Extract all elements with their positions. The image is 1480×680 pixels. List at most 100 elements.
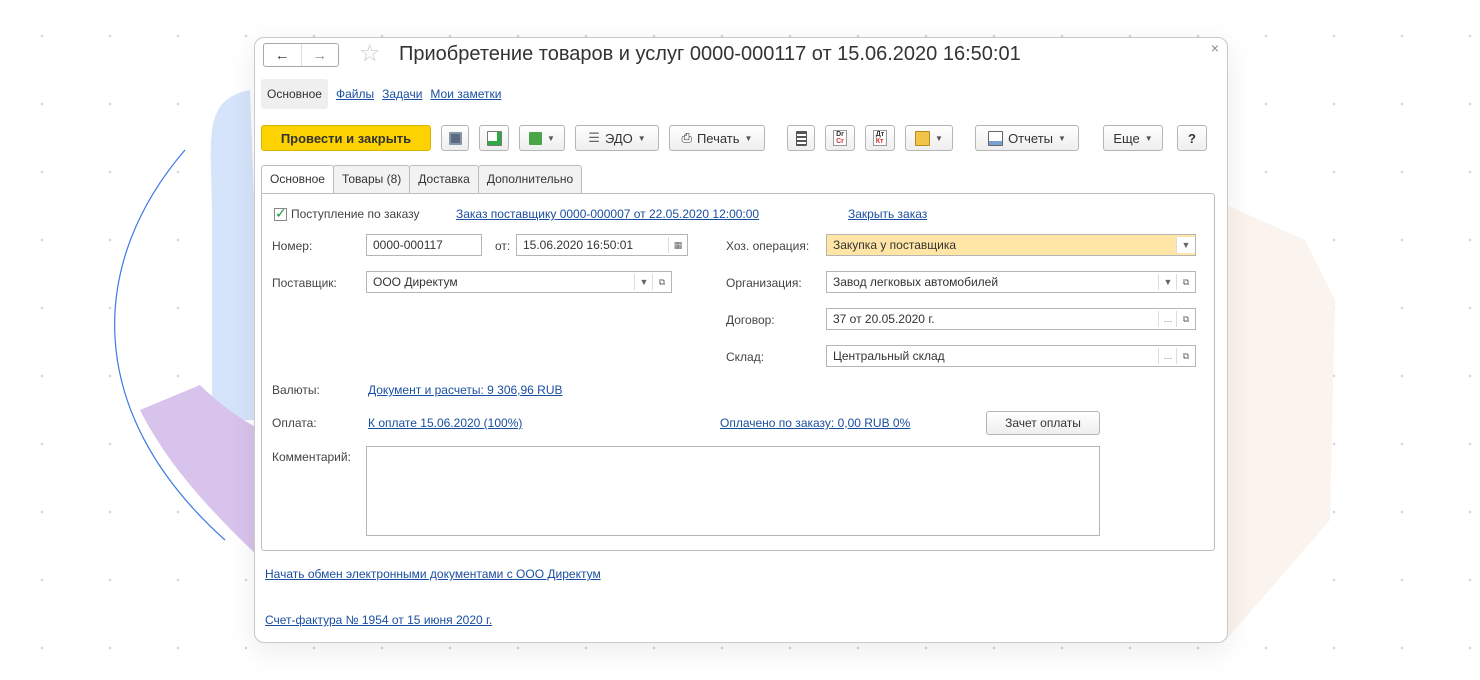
number-label: Номер: (272, 239, 313, 253)
warehouse-label: Склад: (726, 350, 765, 364)
print-label: Печать (696, 130, 740, 146)
invoice-link[interactable]: Счет-фактура № 1954 от 15 июня 2020 г. (265, 613, 492, 627)
dt-cr-icon: Dr Cr (833, 130, 847, 146)
reports-label: Отчеты (1008, 130, 1053, 146)
create-based-icon (529, 131, 543, 145)
paid-by-order-link[interactable]: Оплачено по заказу: 0,00 RUB 0% (720, 416, 910, 430)
subnav-notes[interactable]: Мои заметки (430, 87, 501, 101)
dt-cr-button[interactable]: Dr Cr (825, 125, 855, 151)
date-field[interactable]: 15.06.2020 16:50:01 ▦ (516, 234, 688, 256)
open-icon[interactable]: ⧉ (652, 274, 671, 290)
open-icon[interactable]: ⧉ (1176, 274, 1195, 290)
more-label: Еще (1113, 130, 1140, 146)
currency-label: Валюты: (272, 383, 320, 397)
subnav-files[interactable]: Файлы (336, 87, 374, 101)
currency-link[interactable]: Документ и расчеты: 9 306,96 RUB (368, 383, 563, 397)
forward-arrow-icon[interactable]: → (300, 44, 339, 66)
chevron-down-icon: ▼ (1144, 133, 1153, 143)
order-checkbox-label: Поступление по заказу (291, 207, 420, 221)
reports-button[interactable]: Отчеты ▼ (975, 125, 1079, 151)
dt-text: Дт (875, 131, 885, 138)
date-label: от: (495, 239, 511, 253)
post-doc-icon (486, 130, 502, 146)
chevron-down-icon: ▼ (744, 133, 753, 143)
window-title: Приобретение товаров и услуг 0000-000117… (399, 43, 1021, 65)
post-button[interactable] (479, 125, 509, 151)
payment-label: Оплата: (272, 416, 317, 430)
more-button[interactable]: Еще ▼ (1103, 125, 1163, 151)
create-based-button[interactable]: ▼ (519, 125, 565, 151)
dt-kt-icon: Дт Кт (872, 130, 888, 146)
subnav-main[interactable]: Основное (261, 79, 328, 109)
supplier-value: ООО Директум (373, 275, 458, 289)
payment-link[interactable]: К оплате 15.06.2020 (100%) (368, 416, 522, 430)
toolbar: Провести и закрыть ▼ ☰ ЭДО ▼ ⎙ Печать ▼ Dr Cr… (261, 125, 1211, 153)
document-list-button[interactable] (787, 125, 815, 151)
kt-text: Кт (875, 138, 884, 145)
chevron-down-icon[interactable]: ▼ (1158, 274, 1177, 290)
chevron-down-icon: ▼ (637, 133, 646, 143)
ellipsis-icon[interactable]: … (1158, 311, 1177, 327)
structure-button[interactable]: ▼ (905, 125, 953, 151)
save-button[interactable] (441, 125, 469, 151)
supplier-label: Поставщик: (272, 276, 337, 290)
chevron-down-icon: ▼ (935, 133, 943, 143)
chevron-down-icon[interactable]: ▼ (634, 274, 653, 290)
cr-text: Cr (836, 138, 844, 145)
help-button[interactable]: ? (1177, 125, 1207, 151)
operation-field[interactable]: Закупка у поставщика ▼ (826, 234, 1196, 256)
warehouse-value: Центральный склад (833, 349, 945, 363)
dt-kt-button[interactable]: Дт Кт (865, 125, 895, 151)
tab-goods[interactable]: Товары (8) (332, 165, 411, 193)
printer-icon: ⎙ (681, 130, 692, 145)
start-edo-link[interactable]: Начать обмен электронными документами с … (265, 567, 601, 581)
contract-field[interactable]: 37 от 20.05.2020 г. … ⧉ (826, 308, 1196, 330)
structure-icon (915, 130, 931, 146)
edo-icon: ☰ (588, 130, 600, 145)
print-button[interactable]: ⎙ Печать ▼ (669, 125, 765, 151)
org-value: Завод легковых автомобилей (833, 275, 999, 289)
chevron-down-icon: ▼ (547, 133, 555, 143)
subnav: Основное Файлы Задачи Мои заметки (261, 79, 501, 109)
dr-text: Dr (836, 131, 844, 138)
tab-strip: Основное Товары (8) Доставка Дополнитель… (261, 165, 583, 194)
order-link[interactable]: Заказ поставщику 0000-000007 от 22.05.20… (456, 207, 759, 221)
order-checkbox[interactable] (274, 205, 287, 222)
comment-textarea[interactable] (366, 446, 1100, 536)
favorite-star-icon[interactable]: ☆ (359, 39, 381, 68)
back-arrow-icon[interactable]: ← (264, 44, 301, 66)
open-icon[interactable]: ⧉ (1176, 311, 1195, 327)
beige-blob (1226, 205, 1335, 640)
payment-offset-button[interactable]: Зачет оплаты (986, 411, 1100, 435)
close-order-link[interactable]: Закрыть заказ (848, 207, 927, 221)
post-and-close-button[interactable]: Провести и закрыть (261, 125, 431, 151)
document-window: ← → ☆ Приобретение товаров и услуг 0000-… (254, 37, 1228, 643)
date-value: 15.06.2020 16:50:01 (523, 238, 634, 252)
operation-value: Закупка у поставщика (833, 238, 957, 252)
org-label: Организация: (726, 276, 802, 290)
subnav-tasks[interactable]: Задачи (382, 87, 422, 101)
tab-delivery[interactable]: Доставка (409, 165, 479, 193)
list-icon (795, 130, 807, 146)
calendar-icon[interactable]: ▦ (668, 237, 687, 253)
operation-label: Хоз. операция: (726, 239, 810, 253)
nav-buttons: ← → (263, 43, 339, 67)
tab-main[interactable]: Основное (261, 165, 334, 194)
number-field[interactable]: 0000-000117 (366, 234, 482, 256)
warehouse-field[interactable]: Центральный склад … ⧉ (826, 345, 1196, 367)
edo-button[interactable]: ☰ ЭДО ▼ (575, 125, 659, 151)
edo-label: ЭДО (604, 130, 633, 146)
contract-value: 37 от 20.05.2020 г. (833, 312, 935, 326)
save-icon (448, 131, 462, 145)
org-field[interactable]: Завод легковых автомобилей ▼ ⧉ (826, 271, 1196, 293)
contract-label: Договор: (726, 313, 775, 327)
open-icon[interactable]: ⧉ (1176, 348, 1195, 364)
supplier-field[interactable]: ООО Директум ▼ ⧉ (366, 271, 672, 293)
tab-additional[interactable]: Дополнительно (477, 165, 583, 193)
chevron-down-icon[interactable]: ▼ (1176, 237, 1195, 253)
comment-label: Комментарий: (272, 450, 351, 464)
tab-panel-main: Поступление по заказу Заказ поставщику 0… (261, 193, 1215, 551)
reports-icon (988, 130, 1004, 146)
ellipsis-icon[interactable]: … (1158, 348, 1177, 364)
close-icon[interactable]: × (1211, 40, 1219, 56)
